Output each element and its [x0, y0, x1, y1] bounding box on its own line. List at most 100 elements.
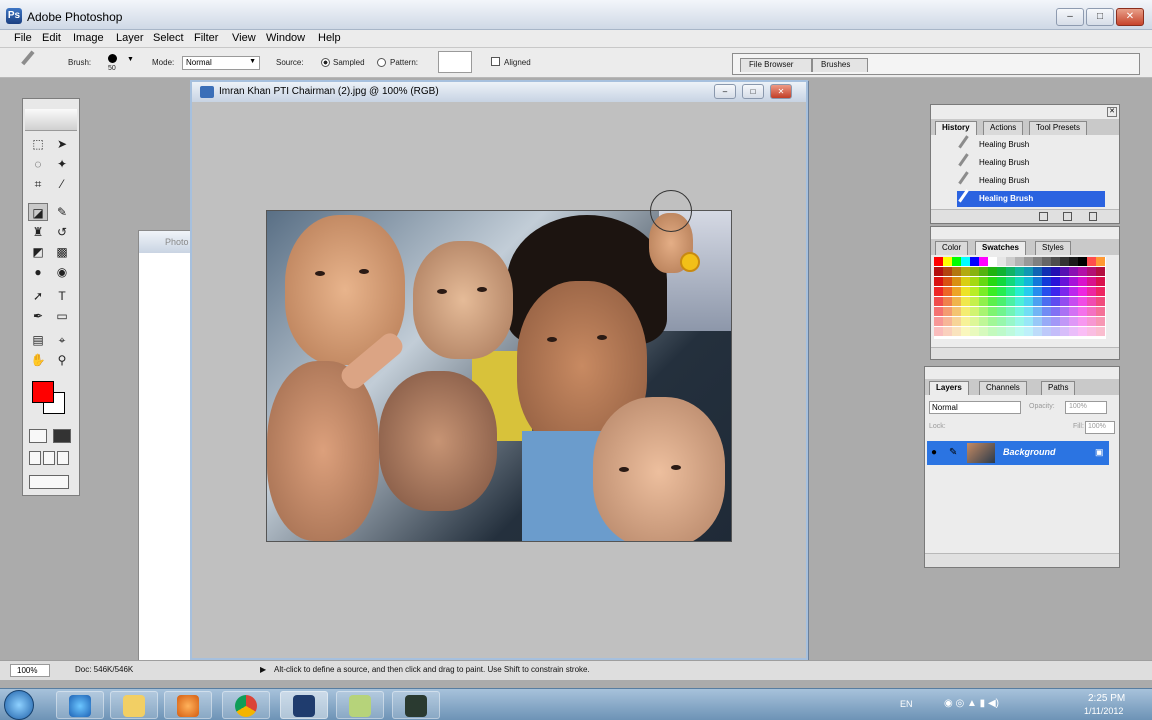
path-selection-tool-icon[interactable]: ➚	[28, 287, 48, 305]
doc-maximize-button[interactable]: □	[742, 84, 764, 99]
color-swatch[interactable]	[1087, 267, 1096, 276]
lasso-tool-icon[interactable]: ◌	[28, 155, 48, 173]
move-tool-icon[interactable]: ➤	[52, 135, 72, 153]
color-swatch[interactable]	[1015, 317, 1024, 326]
color-swatch[interactable]	[1078, 257, 1087, 266]
color-swatch[interactable]	[970, 257, 979, 266]
history-item[interactable]: Healing Brush	[957, 171, 1105, 191]
color-swatch[interactable]	[970, 277, 979, 286]
color-swatch[interactable]	[1024, 317, 1033, 326]
color-swatch[interactable]	[997, 267, 1006, 276]
language-indicator[interactable]: EN	[900, 699, 913, 709]
color-swatch[interactable]	[1096, 297, 1105, 306]
standard-mode-icon[interactable]	[29, 429, 47, 443]
sampled-radio[interactable]	[321, 58, 330, 67]
color-swatch[interactable]	[952, 297, 961, 306]
color-swatch[interactable]	[1096, 287, 1105, 296]
play-arrow-icon[interactable]: ▶	[260, 665, 266, 674]
color-swatch[interactable]	[934, 267, 943, 276]
color-swatch[interactable]	[1024, 307, 1033, 316]
color-swatch[interactable]	[1078, 267, 1087, 276]
color-swatch[interactable]	[1096, 327, 1105, 336]
brush-tool-icon[interactable]: ✎	[52, 203, 72, 221]
start-button-icon[interactable]	[4, 690, 34, 720]
color-swatch[interactable]	[1078, 327, 1087, 336]
close-button[interactable]: ✕	[1116, 8, 1144, 26]
color-swatch[interactable]	[1060, 287, 1069, 296]
menu-window[interactable]: Window	[266, 32, 305, 44]
color-swatch[interactable]	[1024, 277, 1033, 286]
color-swatch[interactable]	[1042, 267, 1051, 276]
color-swatch[interactable]	[1015, 327, 1024, 336]
color-swatch[interactable]	[1060, 277, 1069, 286]
color-swatch[interactable]	[970, 317, 979, 326]
blend-mode-select[interactable]: Normal	[929, 401, 1021, 414]
document-image[interactable]	[266, 210, 732, 542]
color-swatch[interactable]	[997, 297, 1006, 306]
color-swatch[interactable]	[952, 257, 961, 266]
color-swatch[interactable]	[1087, 257, 1096, 266]
color-swatch[interactable]	[1060, 267, 1069, 276]
file-browser-tab[interactable]: File Browser	[740, 58, 812, 72]
blur-tool-icon[interactable]: ●	[28, 263, 48, 281]
marquee-tool-icon[interactable]: ⬚	[28, 135, 48, 153]
color-swatch[interactable]	[1069, 307, 1078, 316]
tab-actions[interactable]: Actions	[983, 121, 1024, 135]
color-swatch[interactable]	[1033, 277, 1042, 286]
color-swatch[interactable]	[1087, 317, 1096, 326]
swatch-grid[interactable]	[934, 257, 1106, 339]
color-swatch[interactable]	[1069, 327, 1078, 336]
taskbar-media-button[interactable]	[164, 691, 212, 719]
color-swatch[interactable]	[997, 327, 1006, 336]
color-swatch[interactable]	[943, 297, 952, 306]
color-swatch[interactable]	[1096, 267, 1105, 276]
color-swatch[interactable]	[1060, 307, 1069, 316]
clock-time[interactable]: 2:25 PM	[1088, 693, 1125, 704]
color-swatch[interactable]	[1015, 297, 1024, 306]
aligned-checkbox[interactable]	[491, 57, 500, 66]
taskbar-chrome-button[interactable]	[222, 691, 270, 719]
color-swatch[interactable]	[970, 287, 979, 296]
mode-select[interactable]: Normal ▼	[182, 56, 260, 70]
color-swatch[interactable]	[1042, 317, 1051, 326]
color-swatch[interactable]	[1087, 307, 1096, 316]
color-swatch[interactable]	[961, 257, 970, 266]
color-swatch[interactable]	[934, 257, 943, 266]
color-swatch[interactable]	[979, 287, 988, 296]
color-swatch[interactable]	[943, 257, 952, 266]
color-swatch[interactable]	[934, 307, 943, 316]
background-document-window[interactable]: Photo	[138, 230, 198, 664]
menu-help[interactable]: Help	[318, 32, 341, 44]
color-swatch[interactable]	[979, 267, 988, 276]
color-swatch[interactable]	[988, 317, 997, 326]
color-swatch[interactable]	[1078, 287, 1087, 296]
visibility-eye-icon[interactable]: ●	[931, 447, 937, 458]
clone-stamp-tool-icon[interactable]: ♜	[28, 223, 48, 241]
history-item[interactable]: Healing Brush	[957, 153, 1105, 173]
color-swatch[interactable]	[1069, 257, 1078, 266]
trash-icon[interactable]	[1089, 212, 1097, 221]
color-swatch[interactable]	[943, 267, 952, 276]
color-swatch[interactable]	[961, 277, 970, 286]
menu-file[interactable]: File	[14, 32, 32, 44]
color-swatch[interactable]	[943, 317, 952, 326]
color-swatch[interactable]	[988, 297, 997, 306]
color-swatch[interactable]	[970, 297, 979, 306]
color-swatch[interactable]	[997, 317, 1006, 326]
color-swatch[interactable]	[979, 277, 988, 286]
color-swatch[interactable]	[1069, 277, 1078, 286]
color-swatch[interactable]	[961, 287, 970, 296]
color-swatch[interactable]	[934, 287, 943, 296]
color-swatch[interactable]	[1087, 297, 1096, 306]
jump-to-imageready-icon[interactable]	[29, 475, 69, 489]
color-swatch[interactable]	[1042, 257, 1051, 266]
notes-tool-icon[interactable]: ▤	[28, 331, 48, 349]
color-swatch[interactable]	[943, 287, 952, 296]
dodge-tool-icon[interactable]: ◉	[52, 263, 72, 281]
color-swatch[interactable]	[970, 307, 979, 316]
color-swatch[interactable]	[1033, 287, 1042, 296]
color-swatch[interactable]	[1042, 287, 1051, 296]
menu-filter[interactable]: Filter	[194, 32, 218, 44]
crop-tool-icon[interactable]: ⌗	[28, 175, 48, 193]
zoom-field[interactable]: 100%	[10, 664, 50, 677]
